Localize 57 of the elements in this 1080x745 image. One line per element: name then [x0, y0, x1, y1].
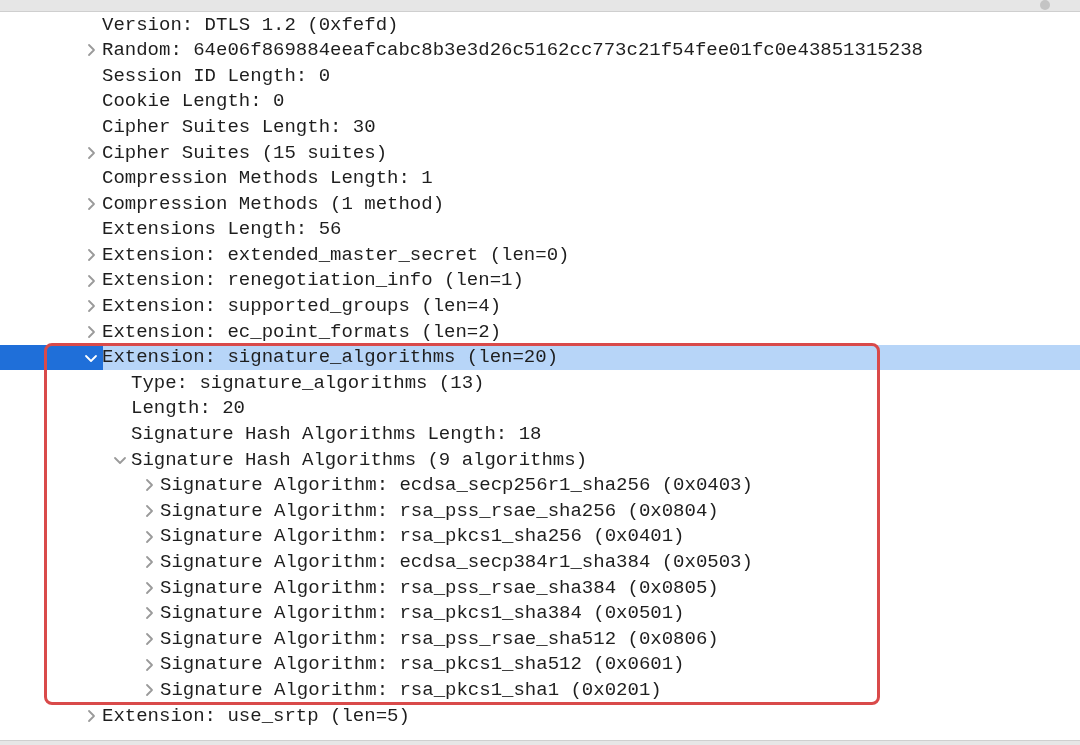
tree-row[interactable]: Extensions Length: 56 [0, 216, 1080, 243]
tree-row[interactable]: Signature Algorithm: rsa_pkcs1_sha384 (0x0501) [0, 600, 1080, 627]
scrollbar-thumb[interactable] [1040, 0, 1050, 10]
tree-label: Signature Algorithm: rsa_pss_rsae_sha512 (0x0806) [160, 626, 719, 652]
tree-row[interactable]: Extension: extended_master_secret (len=0) [0, 242, 1080, 268]
tree-label: Signature Algorithm: rsa_pkcs1_sha256 (0x0401) [160, 524, 685, 550]
tree-label: Extension: signature_algorithms (len=20) [102, 345, 559, 371]
tree-label: Compression Methods Length: 1 [102, 166, 433, 192]
tree-row[interactable]: Length: 20 [0, 395, 1080, 422]
tree-label: Cookie Length: 0 [102, 89, 285, 115]
tree-label: Signature Algorithm: rsa_pkcs1_sha512 (0x0601) [160, 652, 685, 678]
tree-label: Signature Algorithm: ecdsa_secp256r1_sha256 (0x0403) [160, 473, 753, 499]
tree-row[interactable]: Extension: signature_algorithms (len=20) [0, 344, 1080, 371]
tree-label: Version: DTLS 1.2 (0xfefd) [102, 12, 399, 38]
tree-label: Signature Hash Algorithms Length: 18 [131, 422, 542, 448]
tree-row[interactable]: Signature Algorithm: rsa_pkcs1_sha1 (0x0201) [0, 677, 1080, 704]
tree-row[interactable]: Type: signature_algorithms (13) [0, 370, 1080, 396]
tree-row[interactable]: Extension: ec_point_formats (len=2) [0, 319, 1080, 345]
tree-label: Extensions Length: 56 [102, 217, 342, 243]
tree-row[interactable]: Signature Hash Algorithms Length: 18 [0, 421, 1080, 448]
tree-label: Extension: use_srtp (len=5) [102, 703, 410, 729]
tree-label: Signature Algorithm: rsa_pkcs1_sha384 (0x0501) [160, 601, 685, 627]
tree-label: Signature Algorithm: rsa_pss_rsae_sha256 (0x0804) [160, 498, 719, 524]
tree-label: Extension: ec_point_formats (len=2) [102, 319, 502, 345]
tree-row[interactable]: Compression Methods (1 method) [0, 191, 1080, 217]
tree-row[interactable]: Compression Methods Length: 1 [0, 165, 1080, 192]
tree-label: Random: 64e06f869884eeafcabc8b3e3d26c5162cc773c21f54fee01fc0e43851315238 [102, 38, 923, 64]
tree-label: Extension: supported_groups (len=4) [102, 294, 502, 320]
tree-row[interactable]: Extension: renegotiation_info (len=1) [0, 267, 1080, 294]
tree-row[interactable]: Signature Algorithm: rsa_pss_rsae_sha384 (0x0805) [0, 575, 1080, 601]
tree-label: Session ID Length: 0 [102, 63, 331, 89]
tree-row[interactable]: Signature Algorithm: ecdsa_secp256r1_sha256 (0x0403) [0, 472, 1080, 499]
tree-row[interactable]: Signature Algorithm: rsa_pss_rsae_sha512 (0x0806) [0, 626, 1080, 652]
tree-row[interactable]: Version: DTLS 1.2 (0xfefd) [0, 12, 1080, 38]
tree-row[interactable]: Session ID Length: 0 [0, 63, 1080, 89]
tree-label: Signature Algorithm: ecdsa_secp384r1_sha384 (0x0503) [160, 550, 753, 575]
tree-row[interactable]: Extension: use_srtp (len=5) [0, 703, 1080, 729]
tree-label: Signature Algorithm: rsa_pkcs1_sha1 (0x0201) [160, 678, 662, 703]
tree-row[interactable]: Cookie Length: 0 [0, 88, 1080, 115]
tree-row[interactable]: Signature Algorithm: ecdsa_secp384r1_sha384 (0x0503) [0, 549, 1080, 576]
tree-label: Signature Hash Algorithms (9 algorithms) [131, 447, 588, 473]
tree-row[interactable]: Cipher Suites Length: 30 [0, 114, 1080, 140]
tree-label: Extension: extended_master_secret (len=0) [102, 242, 570, 268]
tree-label: Signature Algorithm: rsa_pss_rsae_sha384 (0x0805) [160, 575, 719, 601]
tree-row[interactable]: Signature Hash Algorithms (9 algorithms) [0, 447, 1080, 473]
tree-row[interactable]: Extension: supported_groups (len=4) [0, 293, 1080, 320]
tree-label: Cipher Suites (15 suites) [102, 140, 388, 166]
tree-row[interactable]: Cipher Suites (15 suites) [0, 139, 1080, 166]
tree-label: Cipher Suites Length: 30 [102, 114, 376, 140]
tree-label: Extension: renegotiation_info (len=1) [102, 268, 524, 294]
tree-label: Type: signature_algorithms (13) [131, 370, 485, 396]
tree-row[interactable]: Signature Algorithm: rsa_pkcs1_sha256 (0x0401) [0, 523, 1080, 550]
tree-label: Compression Methods (1 method) [102, 191, 445, 217]
tree-row[interactable]: Signature Algorithm: rsa_pkcs1_sha512 (0x0601) [0, 651, 1080, 678]
tree-row[interactable]: Signature Algorithm: rsa_pss_rsae_sha256 (0x0804) [0, 498, 1080, 524]
tree-row[interactable]: Random: 64e06f869884eeafcabc8b3e3d26c5162cc773c21f54fee01fc0e43851315238 [0, 37, 1080, 64]
tree-label: Length: 20 [131, 396, 246, 422]
